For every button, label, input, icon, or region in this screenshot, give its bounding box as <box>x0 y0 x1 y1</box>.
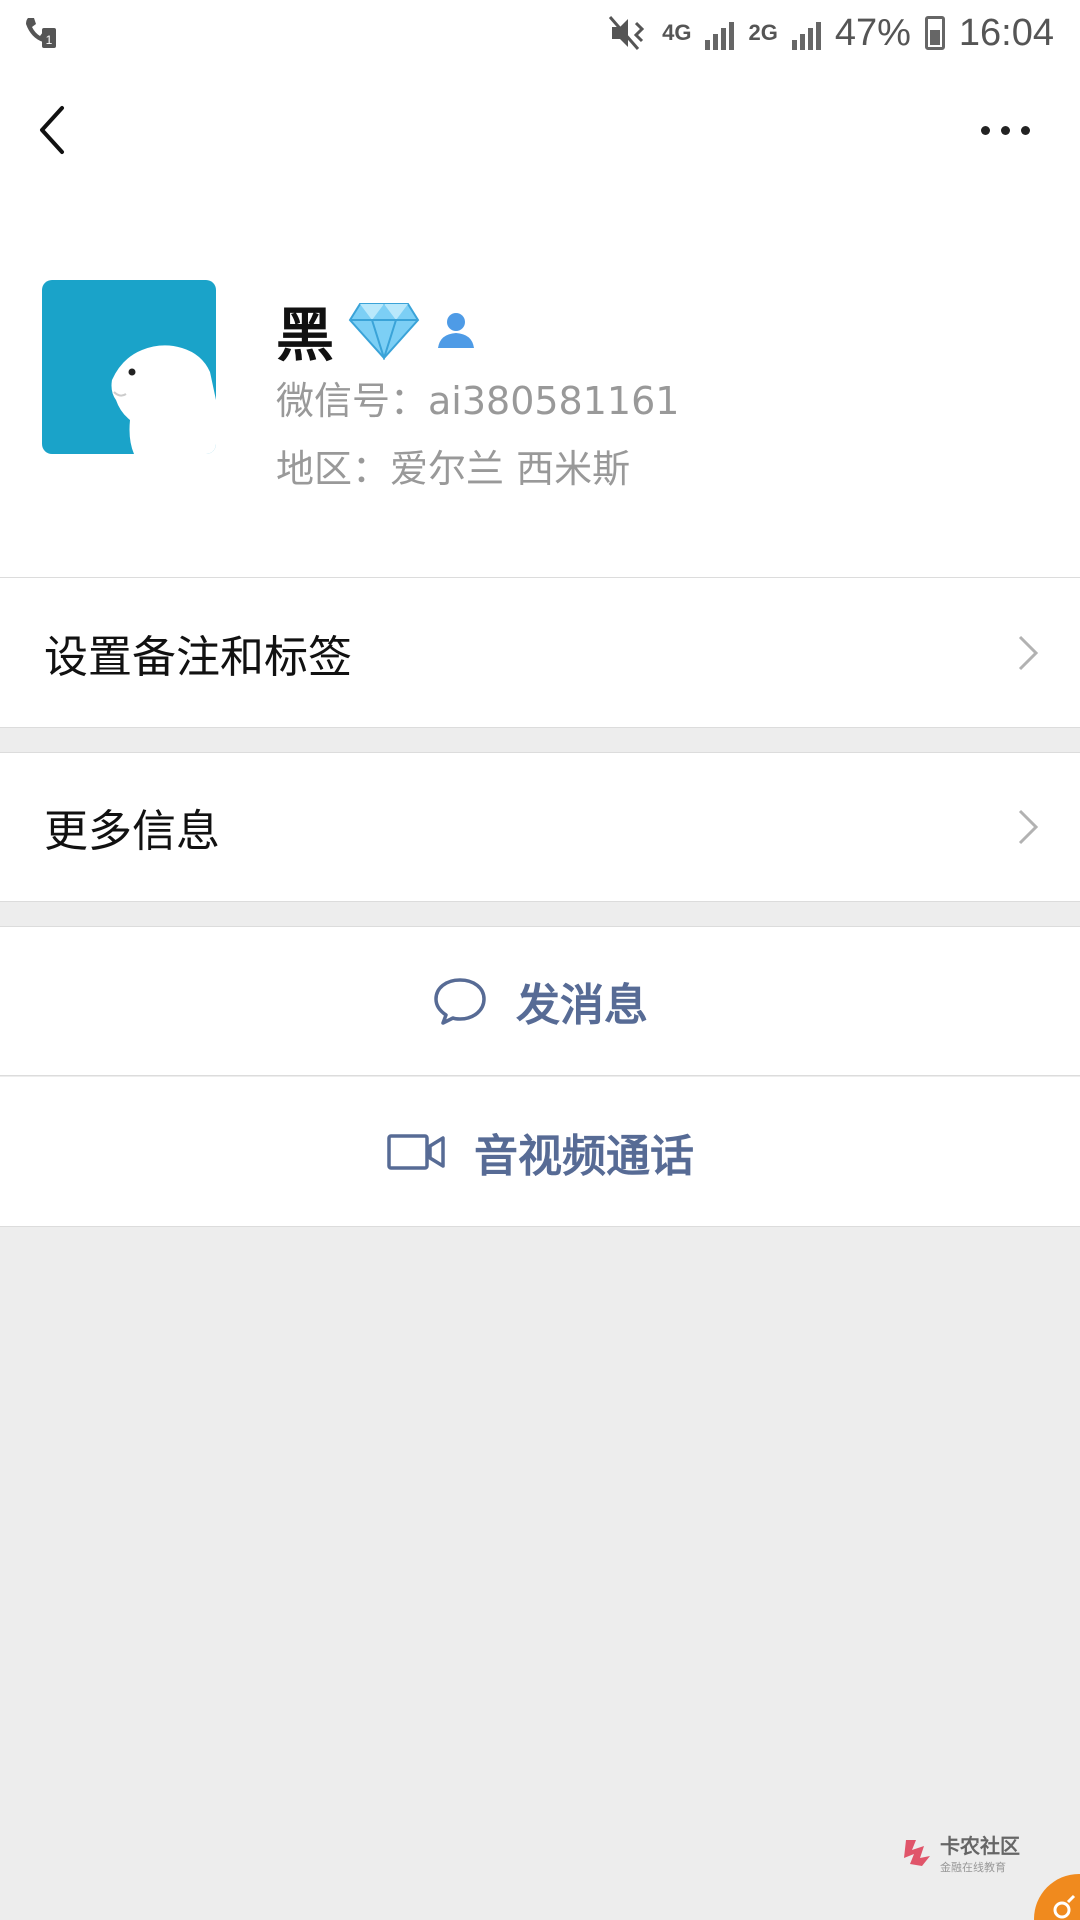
chevron-right-icon <box>1018 635 1039 670</box>
chat-bubble-icon <box>434 978 486 1025</box>
svg-text:1: 1 <box>46 33 53 47</box>
diamond-icon <box>348 303 420 360</box>
region: 地区：爱尔兰 西米斯 <box>276 447 631 491</box>
send-message-button[interactable]: 发消息 <box>0 926 1080 1076</box>
avatar[interactable] <box>42 280 216 454</box>
back-icon[interactable] <box>34 102 74 158</box>
status-bar: 1 4G 2G 47% 16:04 <box>0 0 1080 66</box>
battery-icon <box>924 16 945 50</box>
signal-icon <box>705 16 735 50</box>
contact-icon <box>438 313 475 348</box>
watermark-subtitle: 金融在线教育 <box>940 1861 1006 1874</box>
top-nav <box>0 66 1080 192</box>
send-message-label: 发消息 <box>516 980 648 1031</box>
video-call-button[interactable]: 音视频通话 <box>0 1077 1080 1227</box>
link-icon <box>1053 1894 1076 1919</box>
watermark: 卡农社区 金融在线教育 <box>900 1830 1020 1875</box>
menu-more-info[interactable]: 更多信息 <box>0 752 1080 902</box>
network-2g-label: 2G <box>748 20 778 45</box>
battery-percent: 47% <box>834 11 911 54</box>
profile-card: 黑 微信号：ai380581161 地区：爱尔兰 西米斯 <box>0 192 1080 578</box>
menu-more-info-label: 更多信息 <box>44 806 220 857</box>
watermark-title: 卡农社区 <box>940 1834 1020 1858</box>
signal-2-icon <box>791 16 821 50</box>
menu-remark-tags[interactable]: 设置备注和标签 <box>0 578 1080 728</box>
video-camera-icon <box>387 1133 445 1170</box>
clock: 16:04 <box>958 11 1054 54</box>
chevron-right-icon <box>1018 809 1039 845</box>
status-right: 4G 2G 47% 16:04 <box>608 8 1054 58</box>
mute-vibrate-icon <box>608 16 645 50</box>
more-icon[interactable] <box>981 126 1030 135</box>
video-call-label: 音视频通话 <box>474 1130 694 1182</box>
name-row: 黑 <box>276 288 478 372</box>
wechat-id: 微信号：ai380581161 <box>276 379 680 423</box>
contact-name: 黑 <box>276 301 335 369</box>
kanong-logo-icon <box>904 1839 930 1866</box>
call-sim1-icon: 1 <box>26 18 56 48</box>
floating-corner-button[interactable] <box>1034 1874 1080 1920</box>
network-4g-label: 4G <box>662 20 692 45</box>
menu-remark-tags-label: 设置备注和标签 <box>44 631 352 683</box>
